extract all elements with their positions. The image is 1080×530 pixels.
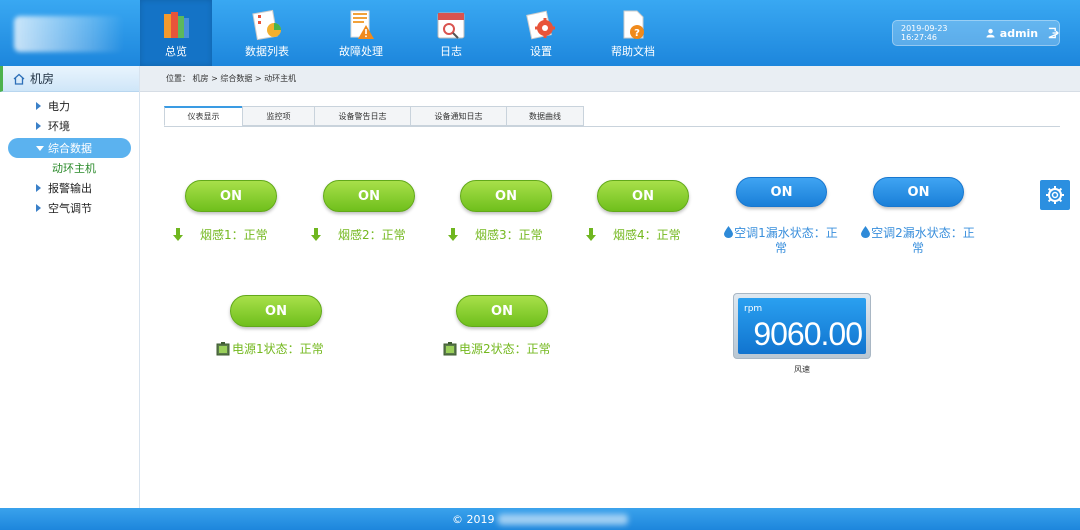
nav-label: 帮助文档 bbox=[611, 45, 655, 58]
caret-right-icon bbox=[36, 102, 41, 110]
svg-text:?: ? bbox=[634, 28, 640, 39]
tab-gauge-display[interactable]: 仪表显示 bbox=[164, 106, 242, 126]
sidebar-subitem-host[interactable]: 动环主机 bbox=[0, 158, 139, 178]
sidebar-item-alarm-output[interactable]: 报警输出 bbox=[0, 178, 139, 198]
logout-icon[interactable] bbox=[1048, 27, 1059, 39]
on-button-power-1[interactable]: ON bbox=[230, 295, 322, 327]
footer: © 2019 bbox=[0, 508, 1080, 530]
wind-speed-gauge: rpm 9060.00 bbox=[733, 293, 871, 359]
home-icon bbox=[13, 73, 25, 85]
nav-label: 设置 bbox=[530, 45, 552, 58]
on-button-power-2[interactable]: ON bbox=[456, 295, 548, 327]
arrow-down-icon bbox=[586, 228, 596, 241]
on-button-smoke-4[interactable]: ON bbox=[597, 180, 689, 212]
status-text: 烟感4：正常 bbox=[613, 228, 681, 242]
user-box: 2019-09-23 16:27:46 admin bbox=[892, 20, 1060, 46]
sidebar-item-air-conditioning[interactable]: 空气调节 bbox=[0, 198, 139, 218]
status-power-2: 电源2状态：正常 bbox=[443, 340, 551, 357]
tab-data-curve[interactable]: 数据曲线 bbox=[506, 106, 584, 126]
nav-fault-handling[interactable]: 故障处理 bbox=[320, 0, 402, 66]
arrow-down-icon bbox=[311, 228, 321, 241]
status-ac-2-leak: 空调2漏水状态：正常 bbox=[856, 226, 980, 256]
nav-settings[interactable]: 设置 bbox=[500, 0, 582, 66]
status-text: 烟感2：正常 bbox=[338, 228, 406, 242]
status-text: 电源2状态：正常 bbox=[459, 342, 551, 356]
datetime: 2019-09-23 16:27:46 bbox=[901, 24, 948, 42]
tab-monitor-items[interactable]: 监控项 bbox=[242, 106, 314, 126]
status-ac-1-leak: 空调1漏水状态：正常 bbox=[719, 226, 843, 256]
arrow-down-icon bbox=[448, 228, 458, 241]
water-drop-icon bbox=[861, 226, 871, 238]
top-header: 总览 数据列表 故障处理 日志 设置 ? 帮助文档 2019-09-23 16:… bbox=[0, 0, 1080, 66]
sidebar-title: 机房 bbox=[30, 72, 55, 86]
sidebar-item-environment[interactable]: 环境 bbox=[0, 116, 139, 136]
sidebar-item-power[interactable]: 电力 bbox=[0, 96, 139, 116]
copyright: © 2019 bbox=[452, 513, 495, 526]
nav-overview[interactable]: 总览 bbox=[140, 0, 212, 66]
nav-label: 总览 bbox=[165, 45, 187, 58]
tab-notice-log[interactable]: 设备通知日志 bbox=[410, 106, 506, 126]
sidebar-item-label: 报警输出 bbox=[48, 182, 92, 195]
status-smoke-2: 烟感2：正常 bbox=[310, 226, 406, 243]
gauge-display: rpm 9060.00 bbox=[738, 298, 866, 354]
on-button-ac-2-leak[interactable]: ON bbox=[873, 177, 964, 207]
nav-data-list[interactable]: 数据列表 bbox=[226, 0, 308, 66]
status-power-1: 电源1状态：正常 bbox=[216, 340, 324, 357]
on-button-smoke-3[interactable]: ON bbox=[460, 180, 552, 212]
water-drop-icon bbox=[724, 226, 734, 238]
status-smoke-1: 烟感1：正常 bbox=[172, 226, 268, 243]
books-icon bbox=[164, 12, 189, 38]
arrow-down-icon bbox=[173, 228, 183, 241]
sidebar-item-label: 环境 bbox=[48, 120, 70, 133]
status-text: 烟感1：正常 bbox=[200, 228, 268, 242]
settings-button[interactable] bbox=[1040, 180, 1070, 210]
user-icon bbox=[986, 28, 995, 38]
help-doc-icon: ? bbox=[623, 10, 644, 39]
status-smoke-4: 烟感4：正常 bbox=[585, 226, 681, 243]
sidebar-header[interactable]: 机房 bbox=[0, 66, 139, 92]
status-text: 空调2漏水状态：正常 bbox=[871, 226, 975, 255]
gauge-unit: rpm bbox=[744, 304, 763, 314]
chart-list-icon bbox=[252, 9, 281, 41]
nav-log[interactable]: 日志 bbox=[410, 0, 492, 66]
battery-icon bbox=[216, 341, 230, 355]
logo bbox=[14, 16, 124, 52]
status-text: 空调1漏水状态：正常 bbox=[734, 226, 838, 255]
caret-down-icon bbox=[36, 146, 44, 151]
gear-icon bbox=[1046, 186, 1064, 204]
settings-gear-icon bbox=[526, 10, 555, 40]
username[interactable]: admin bbox=[1000, 27, 1038, 40]
breadcrumb: 位置： 机房 > 综合数据 > 动环主机 bbox=[140, 66, 1080, 92]
sidebar-item-label: 空气调节 bbox=[48, 202, 92, 215]
status-text: 烟感3：正常 bbox=[475, 228, 543, 242]
caret-right-icon bbox=[36, 204, 41, 212]
warning-doc-icon bbox=[350, 10, 374, 39]
sidebar-item-label: 综合数据 bbox=[48, 142, 92, 155]
tab-divider bbox=[164, 126, 1060, 127]
on-button-ac-1-leak[interactable]: ON bbox=[736, 177, 827, 207]
calendar-log-icon bbox=[437, 12, 465, 39]
nav-label: 故障处理 bbox=[339, 45, 383, 58]
caret-right-icon bbox=[36, 184, 41, 192]
status-smoke-3: 烟感3：正常 bbox=[447, 226, 543, 243]
main-nav: 总览 数据列表 故障处理 日志 设置 ? 帮助文档 bbox=[140, 0, 682, 66]
on-button-smoke-1[interactable]: ON bbox=[185, 180, 277, 212]
nav-help-docs[interactable]: ? 帮助文档 bbox=[590, 0, 676, 66]
nav-label: 数据列表 bbox=[245, 45, 289, 58]
on-button-smoke-2[interactable]: ON bbox=[323, 180, 415, 212]
nav-label: 日志 bbox=[440, 45, 462, 58]
battery-icon bbox=[443, 341, 457, 355]
gauge-label: 风速 bbox=[794, 365, 810, 374]
sidebar-item-integrated-data[interactable]: 综合数据 bbox=[8, 138, 131, 158]
redacted-text bbox=[498, 514, 628, 525]
sidebar-item-label: 电力 bbox=[48, 100, 70, 113]
gauge-value: 9060.00 bbox=[753, 316, 863, 352]
caret-right-icon bbox=[36, 122, 41, 130]
tab-warning-log[interactable]: 设备警告日志 bbox=[314, 106, 410, 126]
status-text: 电源1状态：正常 bbox=[232, 342, 324, 356]
sidebar: 机房 电力 环境 综合数据 动环主机 报警输出 空气调节 bbox=[0, 66, 140, 508]
tab-bar: 仪表显示 监控项 设备警告日志 设备通知日志 数据曲线 bbox=[164, 106, 584, 126]
